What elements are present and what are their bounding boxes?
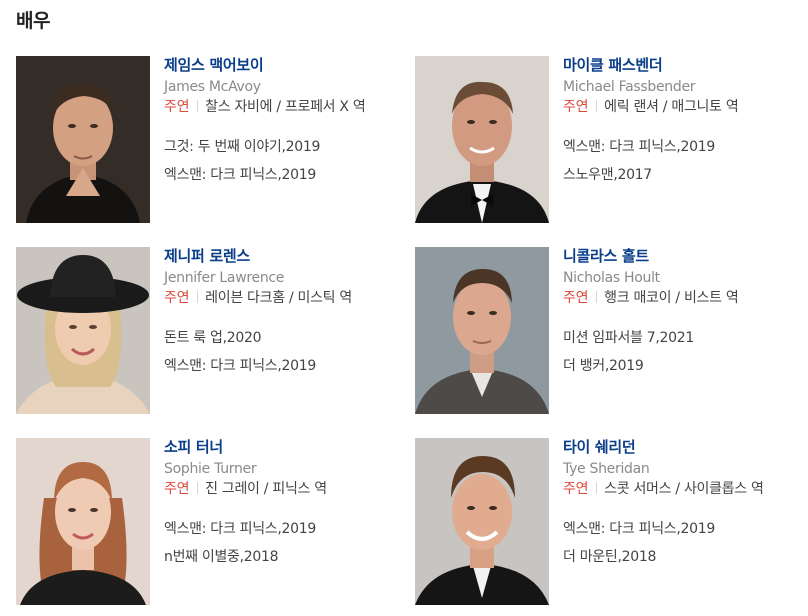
role-badge: 주연	[164, 290, 190, 306]
divider	[596, 482, 598, 494]
actor-english-name: Michael Fassbender	[563, 79, 696, 95]
actor-card: 제니퍼 로렌스 Jennifer Lawrence 주연 레이븐 다크홈 / 미스…	[16, 247, 396, 417]
role-text: 진 그레이 / 피닉스 역	[205, 481, 327, 497]
actor-card: 마이클 패스벤더 Michael Fassbender 주연 에릭 랜셔 / 매그…	[415, 56, 795, 226]
actor-photo[interactable]	[16, 247, 150, 414]
actor-role: 주연 레이븐 다크홈 / 미스틱 역	[164, 288, 394, 309]
role-text: 행크 매코이 / 비스트 역	[604, 290, 739, 306]
actor-english-name: James McAvoy	[164, 79, 261, 95]
role-badge: 주연	[563, 99, 589, 115]
film-link[interactable]: n번째 이별중,2018	[164, 543, 394, 571]
actor-english-name: Jennifer Lawrence	[164, 270, 285, 286]
film-link[interactable]: 엑스맨: 다크 피닉스,2019	[563, 133, 793, 161]
role-badge: 주연	[164, 481, 190, 497]
film-link[interactable]: 그것: 두 번째 이야기,2019	[164, 133, 394, 161]
divider	[197, 100, 199, 112]
actor-photo-image	[415, 56, 549, 223]
actor-photo-image	[415, 438, 549, 605]
actor-english-name: Tye Sheridan	[563, 461, 650, 477]
role-badge: 주연	[563, 290, 589, 306]
divider	[197, 291, 199, 303]
actor-photo-image	[16, 56, 150, 223]
actor-name[interactable]: 소피 터너	[164, 438, 394, 456]
actor-card: 소피 터너 Sophie Turner 주연 진 그레이 / 피닉스 역 엑스맨:…	[16, 438, 396, 608]
divider	[596, 100, 598, 112]
film-link[interactable]: 미션 임파서블 7,2021	[563, 324, 793, 352]
actor-name[interactable]: 니콜라스 홀트	[563, 247, 793, 265]
actor-photo-image	[415, 247, 549, 414]
actor-photo[interactable]	[16, 56, 150, 223]
actor-name[interactable]: 타이 쉐리던	[563, 438, 793, 456]
actor-photo[interactable]	[415, 438, 549, 605]
role-text: 찰스 자비에 / 프로페서 X 역	[205, 99, 366, 115]
film-link[interactable]: 돈트 룩 업,2020	[164, 324, 394, 352]
actor-card: 제임스 맥어보이 James McAvoy 주연 찰스 자비에 / 프로페서 X …	[16, 56, 396, 226]
actor-card: 타이 쉐리던 Tye Sheridan 주연 스콧 서머스 / 사이클롭스 역 엑…	[415, 438, 795, 608]
filmography: 돈트 룩 업,2020 엑스맨: 다크 피닉스,2019	[164, 324, 394, 380]
actor-english-name: Sophie Turner	[164, 461, 257, 477]
actor-role: 주연 에릭 랜셔 / 매그니토 역	[563, 97, 793, 118]
divider	[197, 482, 199, 494]
role-badge: 주연	[563, 481, 589, 497]
film-link[interactable]: 엑스맨: 다크 피닉스,2019	[164, 161, 394, 189]
actor-english-name: Nicholas Hoult	[563, 270, 660, 286]
film-link[interactable]: 더 뱅커,2019	[563, 352, 793, 380]
actor-name[interactable]: 제니퍼 로렌스	[164, 247, 394, 265]
actor-photo-image	[16, 247, 150, 414]
actor-photo[interactable]	[16, 438, 150, 605]
actor-photo[interactable]	[415, 56, 549, 223]
filmography: 엑스맨: 다크 피닉스,2019 더 마운틴,2018	[563, 515, 793, 571]
film-link[interactable]: 더 마운틴,2018	[563, 543, 793, 571]
filmography: 그것: 두 번째 이야기,2019 엑스맨: 다크 피닉스,2019	[164, 133, 394, 189]
section-title: 배우	[16, 10, 50, 32]
role-text: 스콧 서머스 / 사이클롭스 역	[604, 481, 764, 497]
role-text: 에릭 랜셔 / 매그니토 역	[604, 99, 739, 115]
filmography: 미션 임파서블 7,2021 더 뱅커,2019	[563, 324, 793, 380]
actor-role: 주연 행크 매코이 / 비스트 역	[563, 288, 793, 309]
filmography: 엑스맨: 다크 피닉스,2019 n번째 이별중,2018	[164, 515, 394, 571]
actor-role: 주연 찰스 자비에 / 프로페서 X 역	[164, 97, 394, 118]
actor-name[interactable]: 마이클 패스벤더	[563, 56, 793, 74]
role-badge: 주연	[164, 99, 190, 115]
film-link[interactable]: 엑스맨: 다크 피닉스,2019	[164, 515, 394, 543]
role-text: 레이븐 다크홈 / 미스틱 역	[205, 290, 352, 306]
actor-photo-image	[16, 438, 150, 605]
film-link[interactable]: 엑스맨: 다크 피닉스,2019	[164, 352, 394, 380]
actor-name[interactable]: 제임스 맥어보이	[164, 56, 394, 74]
actor-role: 주연 진 그레이 / 피닉스 역	[164, 479, 394, 500]
actor-role: 주연 스콧 서머스 / 사이클롭스 역	[563, 479, 793, 500]
divider	[596, 291, 598, 303]
actor-card: 니콜라스 홀트 Nicholas Hoult 주연 행크 매코이 / 비스트 역 …	[415, 247, 795, 417]
film-link[interactable]: 스노우맨,2017	[563, 161, 793, 189]
film-link[interactable]: 엑스맨: 다크 피닉스,2019	[563, 515, 793, 543]
actor-photo[interactable]	[415, 247, 549, 414]
filmography: 엑스맨: 다크 피닉스,2019 스노우맨,2017	[563, 133, 793, 189]
